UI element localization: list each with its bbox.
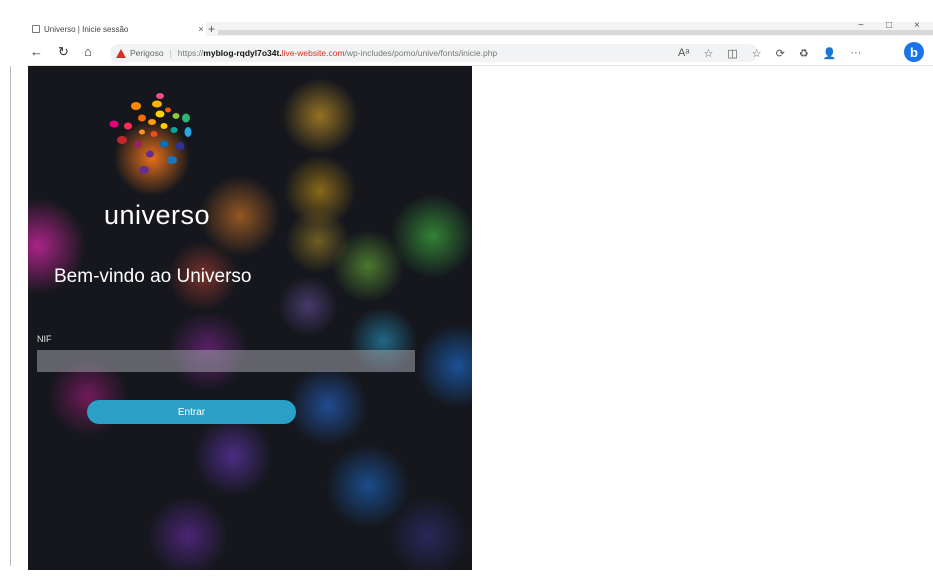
welcome-heading: Bem-vindo ao Universo xyxy=(54,266,252,287)
url-path: /wp-includes/pomo/unive/fonts/inicie.php xyxy=(344,48,498,58)
extensions-icon[interactable]: ♻ xyxy=(799,47,809,60)
read-aloud-icon[interactable]: Aᵃ xyxy=(678,47,689,59)
refresh-button[interactable]: ↻ xyxy=(58,45,69,59)
tab-title: Universo | Inicie sessão xyxy=(44,24,129,34)
url-protocol: https:// xyxy=(177,48,204,58)
favorite-icon[interactable]: ☆ xyxy=(703,47,713,60)
warning-icon[interactable] xyxy=(116,48,126,58)
page-icon xyxy=(32,25,40,33)
tab-close-icon[interactable]: × xyxy=(196,24,206,34)
login-page: universo Bem-vindo ao Universo NIF Entra… xyxy=(28,66,472,570)
nif-label: NIF xyxy=(37,334,52,344)
favorites-icon[interactable]: ☆ xyxy=(752,47,762,60)
tab-strip-bar xyxy=(218,30,933,35)
address-bar[interactable]: Perigoso | https:// myblog-rqdyl7o34t. l… xyxy=(110,44,758,62)
toolbar-icons: Aᵃ ☆ ◫ ☆ ⟳ ♻ 👤 ··· xyxy=(678,44,861,62)
copilot-icon[interactable]: b xyxy=(904,42,924,62)
tab-universo[interactable]: Universo | Inicie sessão × xyxy=(28,22,206,36)
minimize-button[interactable]: − xyxy=(858,20,864,31)
new-tab-button[interactable]: + xyxy=(208,22,215,36)
url-domain: myblog-rqdyl7o34t. xyxy=(203,48,282,58)
brand-name: universo xyxy=(103,200,211,230)
profile-icon[interactable]: 👤 xyxy=(823,47,837,60)
browser-window: Universo | Inicie sessão × + − □ × ← ↻ ⌂… xyxy=(0,0,933,583)
back-button[interactable]: ← xyxy=(30,45,43,59)
nif-input[interactable] xyxy=(37,350,415,372)
tab-strip: Universo | Inicie sessão × xyxy=(28,22,933,36)
close-window-button[interactable]: × xyxy=(914,20,920,31)
more-icon[interactable]: ··· xyxy=(850,47,861,59)
enter-button[interactable]: Entrar xyxy=(87,400,296,424)
maximize-button[interactable]: □ xyxy=(886,20,892,31)
split-screen-icon[interactable]: ◫ xyxy=(727,47,737,60)
universo-logo-icon xyxy=(109,93,192,196)
browser-toolbar: ← ↻ ⌂ Perigoso | https:// myblog-rqdyl7o… xyxy=(28,40,933,66)
home-button[interactable]: ⌂ xyxy=(84,45,92,59)
address-separator: | xyxy=(169,48,172,58)
window-edge xyxy=(10,66,11,566)
history-icon[interactable]: ⟳ xyxy=(776,47,785,60)
site-warning-label[interactable]: Perigoso xyxy=(130,48,164,58)
url-danger-domain: live-website.com xyxy=(281,48,345,58)
